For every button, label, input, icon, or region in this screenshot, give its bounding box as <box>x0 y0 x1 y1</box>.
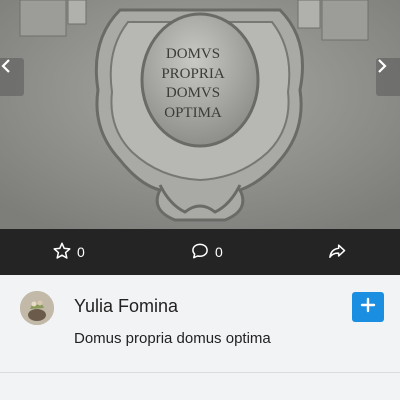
comment-icon <box>190 241 210 264</box>
divider <box>0 372 400 373</box>
share-icon <box>327 241 347 264</box>
avatar[interactable] <box>20 291 54 325</box>
stone-cartouche-image: DOMVS PROPRIA DOMVS OPTIMA <box>0 0 400 229</box>
next-photo-button[interactable] <box>376 58 400 96</box>
plus-icon <box>360 297 376 318</box>
inscription-line: OPTIMA <box>164 105 222 121</box>
comment-button[interactable]: 0 <box>190 229 223 275</box>
inscription-line: DOMVS <box>166 46 220 62</box>
inscription-line: DOMVS <box>166 85 220 101</box>
comments-count: 0 <box>215 244 223 260</box>
author-name[interactable]: Yulia Fomina <box>74 296 178 317</box>
follow-button[interactable] <box>352 292 384 322</box>
star-icon <box>52 241 72 264</box>
like-button[interactable]: 0 <box>52 229 85 275</box>
likes-count: 0 <box>77 244 85 260</box>
post-caption: Domus propria domus optima <box>74 330 271 347</box>
post-photo[interactable]: DOMVS PROPRIA DOMVS OPTIMA <box>0 0 400 229</box>
inscription-line: PROPRIA <box>161 66 225 82</box>
action-bar: 0 0 <box>0 229 400 275</box>
post-details: Yulia Fomina Domus propria domus optima <box>0 275 400 372</box>
previous-photo-button[interactable] <box>0 58 24 96</box>
share-button[interactable] <box>327 229 347 275</box>
